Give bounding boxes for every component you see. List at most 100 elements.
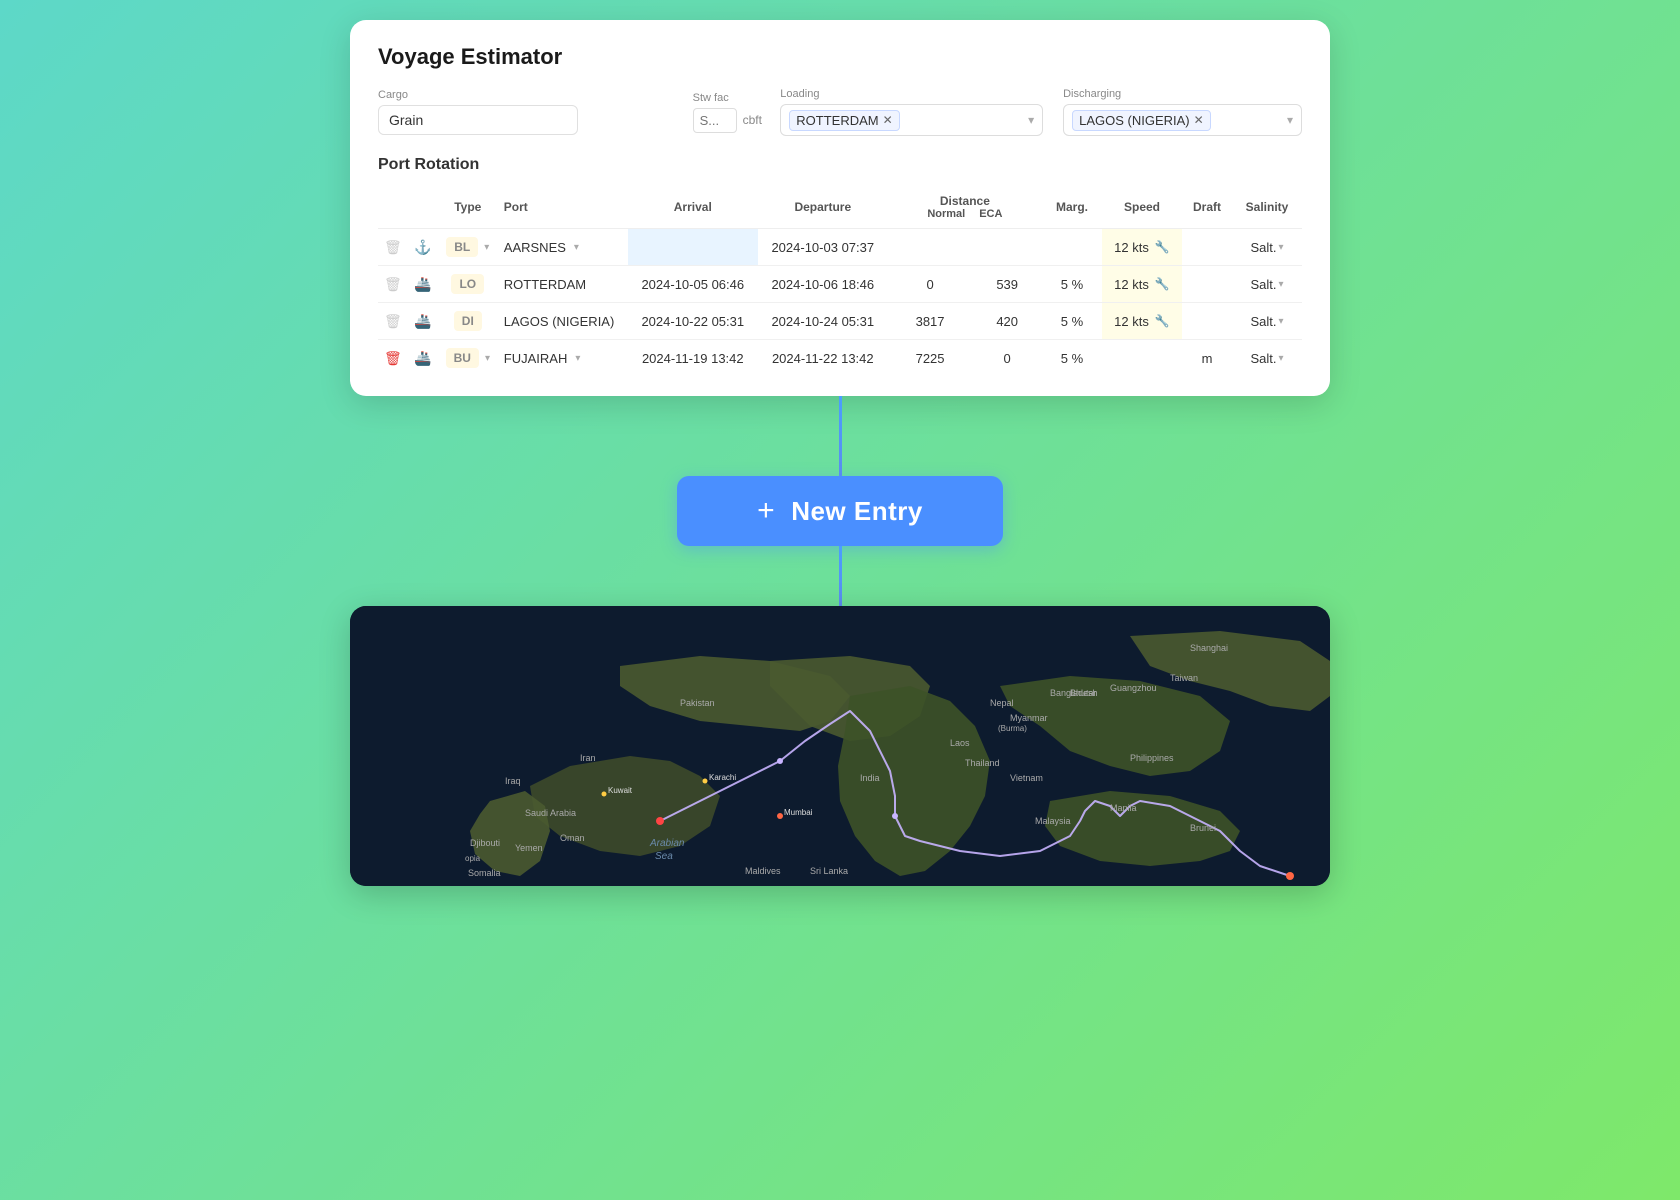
svg-text:India: India	[860, 773, 880, 783]
svg-text:Mumbai: Mumbai	[784, 808, 813, 817]
dist-eca-value: 0	[1004, 351, 1011, 366]
wrench-icon[interactable]: 🔧	[1155, 240, 1170, 254]
delete-cell[interactable]: 🗑	[378, 340, 408, 377]
type-chevron[interactable]: ▾	[484, 242, 489, 253]
arrival-value: 2024-10-05 06:46	[641, 277, 744, 292]
th-icon	[408, 186, 438, 229]
ship-icon-cell: 🚢	[408, 303, 438, 340]
type-cell[interactable]: DI	[438, 303, 498, 340]
discharging-label: Discharging	[1063, 88, 1302, 100]
wrench-icon[interactable]: 🔧	[1155, 314, 1170, 328]
arrival-cell[interactable]: 2024-11-19 13:42	[628, 340, 758, 377]
port-name: ROTTERDAM	[504, 277, 586, 292]
departure-cell[interactable]: 2024-11-22 13:42	[758, 340, 888, 377]
delete-cell[interactable]: 🗑	[378, 303, 408, 340]
port-rotation-title: Port Rotation	[378, 156, 1302, 174]
departure-cell[interactable]: 2024-10-24 05:31	[758, 303, 888, 340]
delete-icon[interactable]: 🗑	[384, 276, 402, 292]
port-chevron[interactable]: ▾	[575, 353, 580, 364]
dist-eca-cell	[972, 229, 1042, 266]
type-cell[interactable]: LO	[438, 266, 498, 303]
departure-cell[interactable]: 2024-10-03 07:37	[758, 229, 888, 266]
draft-cell[interactable]: m	[1182, 340, 1232, 377]
delete-icon[interactable]: 🗑	[384, 239, 402, 255]
ship-icon-cell: 🚢	[408, 340, 438, 377]
speed-cell[interactable]: 12 kts🔧	[1102, 229, 1182, 266]
marg-value: 5 %	[1061, 314, 1083, 329]
salinity-cell[interactable]: Salt. ▾	[1232, 340, 1302, 377]
marg-cell[interactable]: 5 %	[1042, 340, 1102, 377]
type-cell[interactable]: BL ▾	[438, 229, 498, 266]
arrival-cell[interactable]: 2024-10-05 06:46	[628, 266, 758, 303]
port-cell[interactable]: LAGOS (NIGERIA)	[498, 303, 628, 340]
discharging-tag-remove[interactable]: ✕	[1194, 113, 1204, 127]
draft-cell[interactable]	[1182, 266, 1232, 303]
dist-normal-value: 0	[926, 277, 933, 292]
salinity-cell[interactable]: Salt. ▾	[1232, 266, 1302, 303]
delete-cell[interactable]: 🗑	[378, 229, 408, 266]
speed-cell[interactable]: 12 kts 🔧	[1102, 303, 1182, 340]
type-cell[interactable]: BU▾	[438, 340, 498, 377]
map-svg: Iraq Iran Saudi Arabia Oman Yemen Pakist…	[350, 606, 1330, 886]
marg-value: 5 %	[1061, 351, 1083, 366]
stw-input[interactable]	[693, 108, 737, 133]
dist-normal-cell: 0	[888, 266, 973, 303]
cargo-field: Cargo	[378, 89, 677, 135]
th-marg: Marg.	[1042, 186, 1102, 229]
salinity-chevron[interactable]: ▾	[1278, 353, 1283, 364]
svg-text:Shanghai: Shanghai	[1190, 643, 1228, 653]
arrival-cell[interactable]: 2024-10-22 05:31	[628, 303, 758, 340]
draft-value: m	[1202, 351, 1213, 366]
type-chevron[interactable]: ▾	[485, 353, 490, 364]
loading-dropdown-arrow[interactable]: ▾	[1028, 113, 1034, 127]
port-cell[interactable]: FUJAIRAH▾	[498, 340, 628, 377]
svg-text:Pakistan: Pakistan	[680, 698, 715, 708]
svg-text:Djibouti: Djibouti	[470, 838, 500, 848]
salinity-cell[interactable]: Salt. ▾	[1232, 303, 1302, 340]
speed-value: 12 kts	[1114, 314, 1149, 329]
port-cell[interactable]: AARSNES ▾	[498, 229, 628, 266]
stw-label: Stw fac	[693, 92, 765, 104]
dist-eca-value: 420	[996, 314, 1018, 329]
loading-input[interactable]: ROTTERDAM ✕ ▾	[780, 104, 1043, 136]
ship-icon: 🚢	[414, 313, 431, 329]
svg-text:opia: opia	[465, 854, 481, 863]
delete-icon[interactable]: 🗑	[384, 313, 402, 329]
cargo-input[interactable]	[378, 105, 578, 135]
salinity-chevron[interactable]: ▾	[1278, 279, 1283, 290]
draft-cell[interactable]	[1182, 229, 1232, 266]
speed-cell[interactable]	[1102, 340, 1182, 377]
loading-tag-remove[interactable]: ✕	[883, 113, 893, 127]
delete-icon[interactable]: 🗑	[384, 350, 402, 366]
departure-value: 2024-10-03 07:37	[771, 240, 874, 255]
type-badge: BL	[446, 237, 478, 257]
marg-cell[interactable]: 5 %	[1042, 303, 1102, 340]
discharging-dropdown-arrow[interactable]: ▾	[1287, 113, 1293, 127]
marg-cell[interactable]	[1042, 229, 1102, 266]
draft-cell[interactable]	[1182, 303, 1232, 340]
discharging-input[interactable]: LAGOS (NIGERIA) ✕ ▾	[1063, 104, 1302, 136]
port-cell[interactable]: ROTTERDAM	[498, 266, 628, 303]
departure-cell[interactable]: 2024-10-06 18:46	[758, 266, 888, 303]
salinity-cell[interactable]: Salt. ▾	[1232, 229, 1302, 266]
arrival-cell[interactable]	[628, 229, 758, 266]
dist-eca-value: 539	[996, 277, 1018, 292]
svg-text:Somalia: Somalia	[468, 868, 501, 878]
wrench-icon[interactable]: 🔧	[1155, 277, 1170, 291]
speed-cell[interactable]: 12 kts🔧	[1102, 266, 1182, 303]
salinity-chevron[interactable]: ▾	[1278, 316, 1283, 327]
table-row: 🗑 🚢 LO ROTTERDAM 2024-10-05 06:46 2024-1…	[378, 266, 1302, 303]
svg-text:Philippines: Philippines	[1130, 753, 1174, 763]
th-departure: Departure	[758, 186, 888, 229]
svg-text:Manila: Manila	[1110, 803, 1137, 813]
new-entry-button[interactable]: + New Entry	[677, 476, 1003, 546]
port-name: AARSNES	[504, 240, 566, 255]
marg-cell[interactable]: 5 %	[1042, 266, 1102, 303]
th-actions	[378, 186, 408, 229]
delete-cell[interactable]: 🗑	[378, 266, 408, 303]
port-chevron[interactable]: ▾	[574, 242, 579, 253]
salinity-chevron[interactable]: ▾	[1278, 242, 1283, 253]
th-distance: Distance Normal ECA	[888, 186, 1042, 229]
cargo-label: Cargo	[378, 89, 677, 101]
port-name: LAGOS (NIGERIA)	[504, 314, 615, 329]
